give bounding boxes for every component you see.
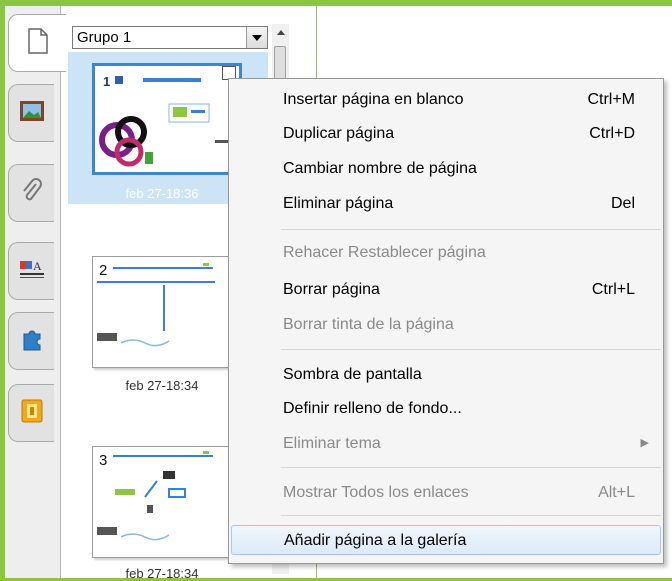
scroll-up-arrow-icon[interactable] bbox=[272, 24, 289, 41]
page-1-number: 1 bbox=[103, 74, 110, 89]
menu-item-show-all-links[interactable]: Mostrar Todos los enlaces Alt+L bbox=[229, 478, 663, 508]
page-3-number: 3 bbox=[99, 452, 107, 469]
menu-item-set-background-fill[interactable]: Definir relleno de fondo... bbox=[229, 394, 663, 424]
menu-item-clear-page[interactable]: Borrar página Ctrl+L bbox=[229, 275, 663, 305]
menu-separator bbox=[281, 229, 661, 230]
page-thumbnail-1[interactable]: 1 bbox=[92, 63, 242, 175]
group-select[interactable]: Grupo 1 bbox=[72, 26, 268, 49]
menu-item-duplicate-page[interactable]: Duplicar página Ctrl+D bbox=[229, 119, 663, 149]
svg-text:A: A bbox=[33, 259, 42, 273]
page-3-caption: feb 27-18:34 bbox=[125, 566, 199, 581]
tab-page-sorter[interactable] bbox=[8, 14, 66, 72]
tab-properties[interactable]: A bbox=[8, 242, 54, 300]
chevron-down-icon[interactable] bbox=[246, 27, 267, 48]
properties-icon: A bbox=[19, 257, 45, 286]
group-select-value: Grupo 1 bbox=[77, 29, 132, 46]
page-1-caption: feb 27-18:36 bbox=[125, 186, 199, 201]
menu-item-screen-shade[interactable]: Sombra de pantalla bbox=[229, 360, 663, 390]
submenu-arrow-icon: ▶ bbox=[640, 437, 649, 449]
attachments-icon bbox=[20, 177, 44, 209]
addons-icon bbox=[19, 326, 45, 357]
tab-addons[interactable] bbox=[8, 312, 54, 370]
gallery-icon bbox=[19, 100, 45, 127]
menu-item-clear-ink[interactable]: Borrar tinta de la página bbox=[229, 310, 663, 340]
page-2-preview: 2 bbox=[97, 262, 215, 347]
page-thumbnail-2[interactable]: 2 bbox=[92, 256, 232, 368]
page-sorter-icon bbox=[26, 27, 50, 60]
lesson-activity-icon bbox=[21, 399, 43, 428]
menu-item-reset-page[interactable]: Rehacer Restablecer página bbox=[229, 238, 663, 268]
page-1-preview: 1 bbox=[99, 74, 229, 167]
page-context-menu: Insertar página en blanco Ctrl+M Duplica… bbox=[228, 78, 664, 564]
menu-item-insert-blank-page[interactable]: Insertar página en blanco Ctrl+M bbox=[229, 85, 663, 115]
menu-item-delete-page[interactable]: Eliminar página Del bbox=[229, 189, 663, 219]
page-3-preview: 3 bbox=[97, 451, 213, 541]
page-thumbnail-3[interactable]: 3 bbox=[92, 446, 232, 558]
menu-separator bbox=[281, 467, 661, 468]
menu-item-add-page-to-gallery[interactable]: Añadir página a la galería bbox=[231, 525, 661, 555]
menu-item-rename-page[interactable]: Cambiar nombre de página bbox=[229, 154, 663, 184]
menu-separator bbox=[281, 349, 661, 350]
tab-gallery[interactable] bbox=[8, 84, 54, 142]
page-2-number: 2 bbox=[99, 262, 107, 279]
menu-separator bbox=[281, 515, 661, 516]
tab-attachments[interactable] bbox=[8, 164, 54, 222]
tab-lesson-activity[interactable] bbox=[8, 384, 54, 442]
menu-item-delete-theme[interactable]: Eliminar tema ▶ bbox=[229, 429, 663, 459]
page-2-caption: feb 27-18:34 bbox=[125, 378, 199, 393]
